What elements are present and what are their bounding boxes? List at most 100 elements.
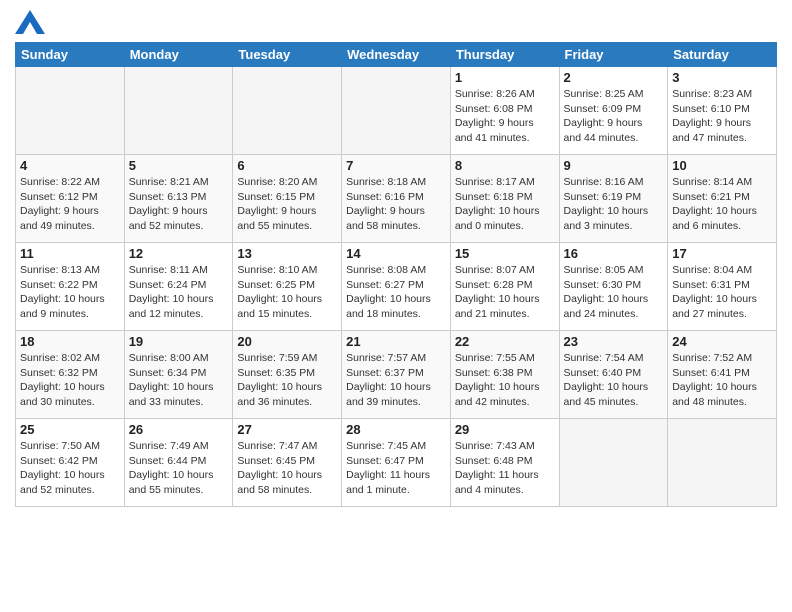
weekday-header-saturday: Saturday <box>668 43 777 67</box>
calendar-cell: 22 Sunrise: 7:55 AM Sunset: 6:38 PM Dayli… <box>450 331 559 419</box>
calendar-cell: 14 Sunrise: 8:08 AM Sunset: 6:27 PM Dayli… <box>342 243 451 331</box>
calendar-cell <box>342 67 451 155</box>
calendar-cell <box>233 67 342 155</box>
day-info: Sunrise: 8:21 AM Sunset: 6:13 PM Dayligh… <box>129 175 229 234</box>
day-info: Sunrise: 8:13 AM Sunset: 6:22 PM Dayligh… <box>20 263 120 322</box>
logo <box>15 10 49 34</box>
weekday-header-sunday: Sunday <box>16 43 125 67</box>
day-info: Sunrise: 7:45 AM Sunset: 6:47 PM Dayligh… <box>346 439 446 498</box>
day-info: Sunrise: 8:16 AM Sunset: 6:19 PM Dayligh… <box>564 175 664 234</box>
day-number: 28 <box>346 422 446 437</box>
calendar-cell: 21 Sunrise: 7:57 AM Sunset: 6:37 PM Dayli… <box>342 331 451 419</box>
day-info: Sunrise: 7:43 AM Sunset: 6:48 PM Dayligh… <box>455 439 555 498</box>
calendar-week-row: 25 Sunrise: 7:50 AM Sunset: 6:42 PM Dayli… <box>16 419 777 507</box>
day-number: 3 <box>672 70 772 85</box>
day-info: Sunrise: 8:23 AM Sunset: 6:10 PM Dayligh… <box>672 87 772 146</box>
calendar-cell: 10 Sunrise: 8:14 AM Sunset: 6:21 PM Dayli… <box>668 155 777 243</box>
calendar-week-row: 1 Sunrise: 8:26 AM Sunset: 6:08 PM Daylig… <box>16 67 777 155</box>
calendar-cell <box>668 419 777 507</box>
calendar-page: SundayMondayTuesdayWednesdayThursdayFrid… <box>0 0 792 612</box>
day-info: Sunrise: 7:57 AM Sunset: 6:37 PM Dayligh… <box>346 351 446 410</box>
day-number: 16 <box>564 246 664 261</box>
day-number: 2 <box>564 70 664 85</box>
weekday-header-wednesday: Wednesday <box>342 43 451 67</box>
day-number: 29 <box>455 422 555 437</box>
day-number: 5 <box>129 158 229 173</box>
weekday-header-friday: Friday <box>559 43 668 67</box>
day-info: Sunrise: 8:10 AM Sunset: 6:25 PM Dayligh… <box>237 263 337 322</box>
day-info: Sunrise: 7:55 AM Sunset: 6:38 PM Dayligh… <box>455 351 555 410</box>
day-info: Sunrise: 7:52 AM Sunset: 6:41 PM Dayligh… <box>672 351 772 410</box>
day-number: 11 <box>20 246 120 261</box>
day-number: 21 <box>346 334 446 349</box>
calendar-cell: 28 Sunrise: 7:45 AM Sunset: 6:47 PM Dayli… <box>342 419 451 507</box>
day-info: Sunrise: 8:04 AM Sunset: 6:31 PM Dayligh… <box>672 263 772 322</box>
day-info: Sunrise: 7:50 AM Sunset: 6:42 PM Dayligh… <box>20 439 120 498</box>
day-info: Sunrise: 7:49 AM Sunset: 6:44 PM Dayligh… <box>129 439 229 498</box>
calendar-cell <box>559 419 668 507</box>
day-number: 19 <box>129 334 229 349</box>
day-info: Sunrise: 8:00 AM Sunset: 6:34 PM Dayligh… <box>129 351 229 410</box>
weekday-header-monday: Monday <box>124 43 233 67</box>
day-number: 27 <box>237 422 337 437</box>
weekday-header-row: SundayMondayTuesdayWednesdayThursdayFrid… <box>16 43 777 67</box>
calendar-cell: 19 Sunrise: 8:00 AM Sunset: 6:34 PM Dayli… <box>124 331 233 419</box>
day-number: 10 <box>672 158 772 173</box>
calendar-cell: 11 Sunrise: 8:13 AM Sunset: 6:22 PM Dayli… <box>16 243 125 331</box>
day-info: Sunrise: 8:26 AM Sunset: 6:08 PM Dayligh… <box>455 87 555 146</box>
calendar-cell: 16 Sunrise: 8:05 AM Sunset: 6:30 PM Dayli… <box>559 243 668 331</box>
page-header <box>15 10 777 34</box>
weekday-header-thursday: Thursday <box>450 43 559 67</box>
day-info: Sunrise: 8:14 AM Sunset: 6:21 PM Dayligh… <box>672 175 772 234</box>
day-number: 23 <box>564 334 664 349</box>
day-info: Sunrise: 7:47 AM Sunset: 6:45 PM Dayligh… <box>237 439 337 498</box>
day-number: 24 <box>672 334 772 349</box>
day-number: 8 <box>455 158 555 173</box>
calendar-cell: 2 Sunrise: 8:25 AM Sunset: 6:09 PM Daylig… <box>559 67 668 155</box>
day-number: 7 <box>346 158 446 173</box>
day-number: 13 <box>237 246 337 261</box>
calendar-cell: 26 Sunrise: 7:49 AM Sunset: 6:44 PM Dayli… <box>124 419 233 507</box>
calendar-cell: 12Sunrise: 8:11 AM Sunset: 6:24 PM Dayli… <box>124 243 233 331</box>
day-info: Sunrise: 8:25 AM Sunset: 6:09 PM Dayligh… <box>564 87 664 146</box>
day-number: 26 <box>129 422 229 437</box>
calendar-week-row: 18 Sunrise: 8:02 AM Sunset: 6:32 PM Dayli… <box>16 331 777 419</box>
calendar-cell: 20Sunrise: 7:59 AM Sunset: 6:35 PM Dayli… <box>233 331 342 419</box>
calendar-cell: 8Sunrise: 8:17 AM Sunset: 6:18 PM Daylig… <box>450 155 559 243</box>
day-number: 22 <box>455 334 555 349</box>
day-number: 15 <box>455 246 555 261</box>
calendar-week-row: 11 Sunrise: 8:13 AM Sunset: 6:22 PM Dayli… <box>16 243 777 331</box>
day-number: 17 <box>672 246 772 261</box>
day-info: Sunrise: 8:07 AM Sunset: 6:28 PM Dayligh… <box>455 263 555 322</box>
calendar-cell: 23 Sunrise: 7:54 AM Sunset: 6:40 PM Dayli… <box>559 331 668 419</box>
day-info: Sunrise: 8:05 AM Sunset: 6:30 PM Dayligh… <box>564 263 664 322</box>
day-info: Sunrise: 8:20 AM Sunset: 6:15 PM Dayligh… <box>237 175 337 234</box>
calendar-cell: 3 Sunrise: 8:23 AM Sunset: 6:10 PM Daylig… <box>668 67 777 155</box>
calendar-cell: 18 Sunrise: 8:02 AM Sunset: 6:32 PM Dayli… <box>16 331 125 419</box>
day-info: Sunrise: 8:02 AM Sunset: 6:32 PM Dayligh… <box>20 351 120 410</box>
day-number: 6 <box>237 158 337 173</box>
calendar-week-row: 4Sunrise: 8:22 AM Sunset: 6:12 PM Daylig… <box>16 155 777 243</box>
day-info: Sunrise: 8:08 AM Sunset: 6:27 PM Dayligh… <box>346 263 446 322</box>
calendar-cell: 5 Sunrise: 8:21 AM Sunset: 6:13 PM Daylig… <box>124 155 233 243</box>
day-number: 12 <box>129 246 229 261</box>
day-number: 1 <box>455 70 555 85</box>
calendar-cell: 1 Sunrise: 8:26 AM Sunset: 6:08 PM Daylig… <box>450 67 559 155</box>
day-number: 9 <box>564 158 664 173</box>
calendar-cell: 24 Sunrise: 7:52 AM Sunset: 6:41 PM Dayli… <box>668 331 777 419</box>
day-info: Sunrise: 8:22 AM Sunset: 6:12 PM Dayligh… <box>20 175 120 234</box>
weekday-header-tuesday: Tuesday <box>233 43 342 67</box>
calendar-cell <box>124 67 233 155</box>
calendar-cell: 25 Sunrise: 7:50 AM Sunset: 6:42 PM Dayli… <box>16 419 125 507</box>
calendar-cell: 13 Sunrise: 8:10 AM Sunset: 6:25 PM Dayli… <box>233 243 342 331</box>
day-info: Sunrise: 8:18 AM Sunset: 6:16 PM Dayligh… <box>346 175 446 234</box>
day-info: Sunrise: 7:54 AM Sunset: 6:40 PM Dayligh… <box>564 351 664 410</box>
calendar-cell: 9 Sunrise: 8:16 AM Sunset: 6:19 PM Daylig… <box>559 155 668 243</box>
calendar-cell: 7 Sunrise: 8:18 AM Sunset: 6:16 PM Daylig… <box>342 155 451 243</box>
calendar-cell: 4Sunrise: 8:22 AM Sunset: 6:12 PM Daylig… <box>16 155 125 243</box>
calendar-cell: 15 Sunrise: 8:07 AM Sunset: 6:28 PM Dayli… <box>450 243 559 331</box>
day-number: 14 <box>346 246 446 261</box>
day-number: 25 <box>20 422 120 437</box>
day-number: 18 <box>20 334 120 349</box>
calendar-table: SundayMondayTuesdayWednesdayThursdayFrid… <box>15 42 777 507</box>
